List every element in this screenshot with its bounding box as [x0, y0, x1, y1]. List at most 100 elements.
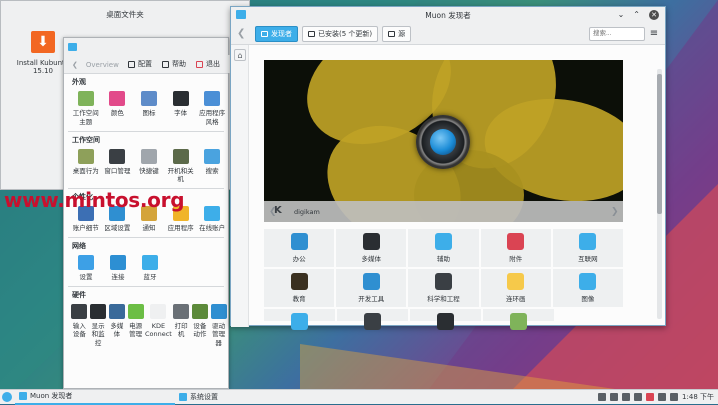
scrollbar[interactable]	[657, 69, 662, 319]
category-label: 科学和工程	[427, 295, 460, 303]
tab-installed[interactable]: 已安装(5 个更新)	[302, 25, 379, 42]
settings-module-label: 应用程序风格	[199, 109, 226, 126]
app-icon	[19, 392, 27, 400]
network-icon[interactable]	[610, 393, 619, 401]
category-tile[interactable]: 教育	[264, 269, 335, 307]
clipboard-icon[interactable]	[598, 393, 607, 401]
tab-discover[interactable]: 发现者	[255, 25, 298, 42]
settings-module[interactable]: 应用程序风格	[196, 91, 228, 127]
category-tile[interactable]: 多媒体	[336, 229, 407, 267]
overview-button[interactable]: Overview	[86, 61, 119, 69]
bluetooth-icon[interactable]	[634, 393, 643, 401]
settings-category-items: 设置 连接 蓝牙	[64, 251, 228, 282]
category-tile[interactable]: 科学和工程	[408, 269, 479, 307]
window-management-icon	[109, 148, 126, 164]
taskbar-app[interactable]: Muon 发现者	[15, 390, 175, 405]
icons-icon	[140, 91, 157, 106]
settings-module[interactable]: 开机和关机	[165, 148, 197, 185]
category-tile[interactable]	[337, 309, 408, 330]
internet-icon	[579, 233, 597, 250]
settings-module[interactable]: 蓝牙	[134, 254, 166, 282]
sources-icon	[388, 30, 396, 37]
installed-icon	[308, 30, 315, 37]
banner-next-icon[interactable]: ❯	[611, 207, 619, 217]
settings-module[interactable]: 设置	[70, 254, 102, 282]
muon-app-icon	[236, 10, 246, 19]
quit-button[interactable]: 退出	[191, 55, 225, 73]
category-tile[interactable]: 办公	[264, 229, 335, 267]
settings-module-label: 在线账户	[199, 224, 226, 233]
settings-module[interactable]: 搜索	[196, 148, 228, 185]
chevron-up-icon[interactable]: ⌃	[633, 10, 640, 20]
quit-icon	[196, 60, 203, 68]
settings-module[interactable]: 图标	[133, 91, 165, 127]
settings-module[interactable]: 输入设备	[70, 303, 89, 348]
muon-titlebar[interactable]: Muon 发现者 ⌄ ⌃ ✕	[231, 7, 665, 23]
close-icon[interactable]: ✕	[649, 10, 659, 20]
chevron-down-icon[interactable]: ⌄	[618, 10, 625, 20]
category-tile[interactable]: 开发工具	[336, 269, 407, 307]
connections-icon	[110, 254, 126, 270]
settings-module[interactable]: 快捷键	[133, 148, 165, 185]
network-settings-icon	[78, 254, 94, 270]
category-tile[interactable]	[264, 309, 335, 330]
update-notifier-icon[interactable]	[646, 393, 655, 401]
help-button[interactable]: 帮助	[157, 55, 191, 73]
settings-module[interactable]: 窗口管理	[102, 148, 134, 185]
scrollbar-thumb[interactable]	[657, 74, 662, 214]
hamburger-menu-icon[interactable]: ≡	[649, 28, 659, 39]
taskbar-app-label: Muon 发现者	[30, 392, 73, 400]
settings-module[interactable]: 设备动作	[191, 303, 210, 348]
category-tile[interactable]	[410, 309, 481, 330]
configure-button[interactable]: 配置	[123, 55, 157, 73]
settings-module[interactable]: 驱动管理器	[209, 303, 228, 348]
themes-icon	[510, 313, 527, 330]
settings-module[interactable]: 多媒体	[107, 303, 126, 348]
tab-label: 发现者	[271, 29, 292, 38]
settings-module-label: 应用程序	[167, 224, 194, 233]
category-tile[interactable]	[483, 309, 554, 330]
system-settings-window: ❮ Overview 外观 工作空间主题 颜色 图标 字体 应用程序风格 工作空间 桌面行为窗…	[63, 37, 229, 389]
category-tile[interactable]: 互联网	[552, 229, 624, 267]
settings-module[interactable]: 字体	[165, 91, 197, 127]
tab-sources[interactable]: 源	[382, 25, 412, 42]
featured-banner[interactable]: K digikam	[264, 60, 623, 222]
digikam-lens-icon	[416, 115, 470, 169]
category-tile[interactable]: 附件	[480, 229, 551, 267]
search-icon	[204, 148, 221, 164]
muon-sidebar: ⌂	[231, 45, 249, 327]
fonts-icon	[437, 313, 454, 330]
task-manager: Muon 发现者 系统设置	[15, 390, 335, 405]
settings-module[interactable]: 桌面行为	[70, 148, 102, 185]
volume-icon[interactable]	[622, 393, 631, 401]
back-arrow-icon[interactable]: ❮	[237, 28, 251, 39]
search-input[interactable]	[589, 26, 645, 41]
settings-module[interactable]: 工作空间主题	[70, 91, 102, 127]
category-tile[interactable]: 图像	[552, 269, 624, 307]
tray-expand-icon[interactable]	[670, 393, 679, 401]
settings-module[interactable]: 显示和监控	[89, 303, 108, 348]
settings-module[interactable]: 打印机	[172, 303, 191, 348]
settings-module[interactable]: 电源管理	[126, 303, 145, 348]
category-tile[interactable]: 连环画	[480, 269, 551, 307]
settings-category-heading: 硬件	[72, 290, 86, 299]
settings-module[interactable]: KDE Connect	[145, 303, 172, 348]
settings-module[interactable]: 颜色	[102, 91, 134, 127]
help-icon	[162, 60, 169, 68]
category-tile[interactable]: 辅助	[408, 229, 479, 267]
home-icon[interactable]: ⌂	[234, 49, 246, 61]
colors-icon	[109, 91, 126, 106]
settings-icon	[68, 43, 77, 51]
system-settings-titlebar[interactable]	[64, 38, 228, 56]
taskbar-app[interactable]: 系统设置	[175, 390, 335, 405]
settings-category-heading: 网络	[72, 241, 86, 250]
settings-module[interactable]: 连接	[102, 254, 134, 282]
settings-module[interactable]: 在线账户	[196, 206, 228, 233]
watermark: www.mintos.org	[4, 188, 185, 212]
clock[interactable]: 1:48 下午	[682, 392, 714, 402]
banner-prev-icon[interactable]: ❮	[269, 207, 277, 217]
device-notifier-icon[interactable]	[658, 393, 667, 401]
chevron-left-icon[interactable]: ❮	[72, 61, 78, 69]
settings-category-heading: 工作空间	[72, 135, 100, 144]
application-launcher-icon[interactable]	[2, 392, 12, 402]
